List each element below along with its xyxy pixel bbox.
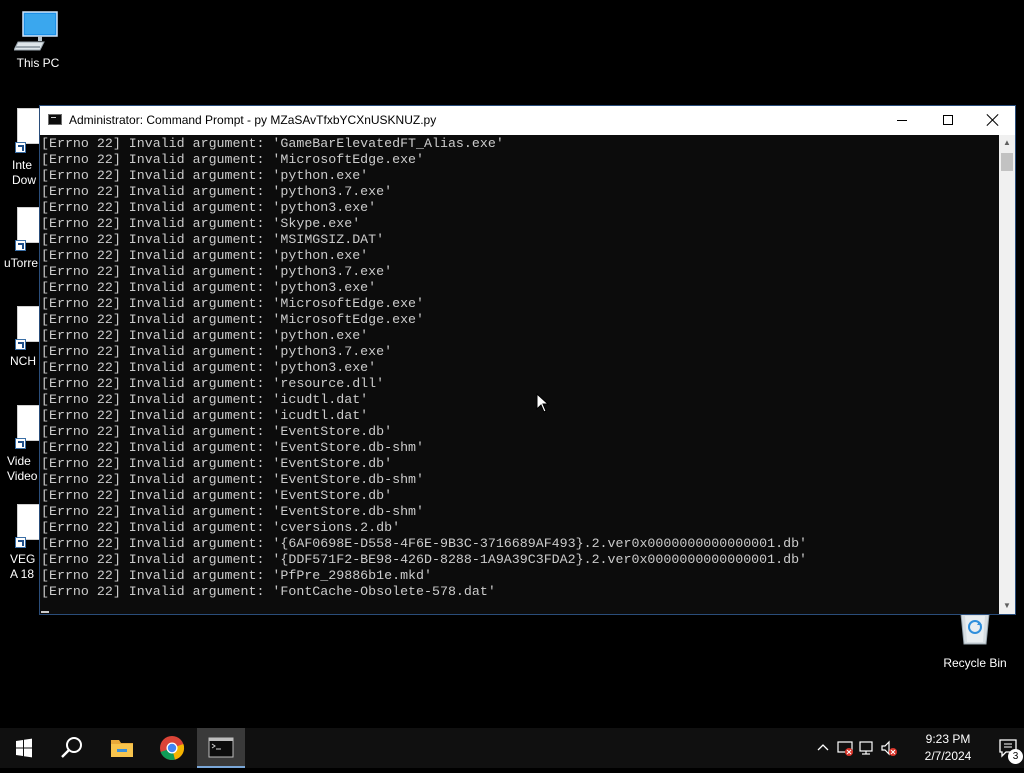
console-lines: [Errno 22] Invalid argument: 'GameBarEle… <box>41 136 807 600</box>
console-line: [Errno 22] Invalid argument: 'resource.d… <box>41 376 385 391</box>
console-line: [Errno 22] Invalid argument: 'MicrosoftE… <box>41 312 425 327</box>
clock-date: 2/7/2024 <box>924 749 972 763</box>
desktop-icon-label: This PC <box>16 56 60 70</box>
maximize-button[interactable] <box>925 106 971 135</box>
system-clock[interactable]: 9:23 PM 2/7/2024 <box>912 731 984 765</box>
desktop-icon-recycle-bin[interactable]: Recycle Bin <box>937 612 1013 671</box>
scroll-up-icon[interactable]: ▲ <box>999 135 1015 151</box>
console-line: [Errno 22] Invalid argument: 'MicrosoftE… <box>41 152 425 167</box>
notification-count-badge: 3 <box>1008 749 1023 764</box>
utorrent-icon <box>17 207 41 243</box>
console-line: [Errno 22] Invalid argument: 'python3.7.… <box>41 344 393 359</box>
search-icon <box>61 737 82 758</box>
desktop-icon-label: Recycle Bin <box>943 656 1007 670</box>
security-alert-icon[interactable] <box>836 739 854 757</box>
console-line: [Errno 22] Invalid argument: 'EventStore… <box>41 488 393 503</box>
search-button[interactable] <box>48 728 96 768</box>
console-line: [Errno 22] Invalid argument: '{DDF571F2-… <box>41 552 808 567</box>
console-line: [Errno 22] Invalid argument: 'python.exe… <box>41 328 369 343</box>
console-line: [Errno 22] Invalid argument: 'icudtl.dat… <box>41 392 369 407</box>
window-title-bar[interactable]: Administrator: Command Prompt - py MZaSA… <box>40 106 1015 135</box>
command-prompt-window[interactable]: Administrator: Command Prompt - py MZaSA… <box>39 105 1016 615</box>
desktop-icon-label: Inte Dow <box>12 158 37 187</box>
chrome-icon <box>160 736 185 761</box>
console-line: [Errno 22] Invalid argument: 'icudtl.dat… <box>41 408 369 423</box>
shortcut-arrow-icon <box>15 339 26 350</box>
volume-muted-icon[interactable] <box>880 739 898 757</box>
window-title: Administrator: Command Prompt - py MZaSA… <box>69 113 437 127</box>
console-line: [Errno 22] Invalid argument: 'FontCache-… <box>41 584 496 599</box>
windows-start-icon <box>16 738 32 758</box>
scroll-down-icon[interactable]: ▼ <box>999 598 1015 614</box>
minimize-icon <box>897 120 907 121</box>
desktop-icon-label: Vide Video <box>7 454 38 483</box>
file-explorer-icon <box>111 740 133 757</box>
start-button[interactable] <box>0 728 48 768</box>
maximize-icon <box>943 115 953 125</box>
desktop-icon-label: uTorre <box>4 256 39 270</box>
internet-download-manager-icon <box>17 108 41 144</box>
file-explorer-button[interactable] <box>98 728 146 768</box>
shortcut-arrow-icon <box>15 240 26 251</box>
console-line: [Errno 22] Invalid argument: 'python3.7.… <box>41 264 393 279</box>
console-line: [Errno 22] Invalid argument: 'Skype.exe' <box>41 216 361 231</box>
mouse-pointer-icon <box>536 393 550 413</box>
console-line: [Errno 22] Invalid argument: 'python3.ex… <box>41 200 377 215</box>
shortcut-arrow-icon <box>15 142 26 153</box>
console-line: [Errno 22] Invalid argument: 'cversions.… <box>41 520 401 535</box>
nch-icon <box>17 306 41 342</box>
console-line: [Errno 22] Invalid argument: 'EventStore… <box>41 456 393 471</box>
clock-time: 9:23 PM <box>925 732 971 746</box>
video-icon <box>17 405 41 441</box>
console-line: [Errno 22] Invalid argument: 'python.exe… <box>41 248 369 263</box>
text-cursor <box>41 611 49 613</box>
close-icon <box>987 114 999 126</box>
desktop-icon-label: VEGA 18 <box>10 552 36 581</box>
action-center-button[interactable]: 3 <box>994 728 1024 768</box>
console-line: [Errno 22] Invalid argument: 'python3.ex… <box>41 280 377 295</box>
console-line: [Errno 22] Invalid argument: 'MSIMGSIZ.D… <box>41 232 385 247</box>
console-line: [Errno 22] Invalid argument: 'EventStore… <box>41 424 393 439</box>
console-line: [Errno 22] Invalid argument: 'python3.ex… <box>41 360 377 375</box>
close-button[interactable] <box>970 106 1016 135</box>
console-line: [Errno 22] Invalid argument: 'MicrosoftE… <box>41 296 425 311</box>
console-line: [Errno 22] Invalid argument: 'EventStore… <box>41 472 425 487</box>
vegas-icon <box>17 504 41 540</box>
command-prompt-icon <box>48 114 62 125</box>
show-hidden-icons-chevron-up-icon[interactable] <box>814 739 832 757</box>
network-icon[interactable] <box>858 739 876 757</box>
chrome-button[interactable] <box>148 728 196 768</box>
this-pc-icon <box>14 11 58 51</box>
desktop-icon-this-pc[interactable]: This PC <box>0 8 76 71</box>
console-output[interactable]: [Errno 22] Invalid argument: 'GameBarEle… <box>40 135 999 614</box>
scroll-thumb[interactable] <box>1001 153 1013 171</box>
desktop-icon-label: NCH <box>10 354 36 368</box>
vertical-scrollbar[interactable]: ▲ ▼ <box>999 135 1015 614</box>
console-line: [Errno 22] Invalid argument: 'python.exe… <box>41 168 369 183</box>
console-line: [Errno 22] Invalid argument: 'python3.7.… <box>41 184 393 199</box>
shortcut-arrow-icon <box>15 537 26 548</box>
system-tray: 9:23 PM 2/7/2024 3 <box>812 728 1024 768</box>
desktop: This PC Inte Dow uTorre NCH Vide Video V… <box>0 0 1024 728</box>
console-line: [Errno 22] Invalid argument: 'GameBarEle… <box>41 136 504 151</box>
taskbar: 9:23 PM 2/7/2024 3 <box>0 728 1024 768</box>
shortcut-arrow-icon <box>15 438 26 449</box>
console-line: [Errno 22] Invalid argument: 'EventStore… <box>41 440 425 455</box>
minimize-button[interactable] <box>879 106 925 135</box>
command-prompt-taskbar-button[interactable] <box>197 728 245 768</box>
command-prompt-icon <box>208 737 234 758</box>
console-line: [Errno 22] Invalid argument: 'EventStore… <box>41 504 425 519</box>
console-line: [Errno 22] Invalid argument: 'PfPre_2988… <box>41 568 432 583</box>
recycle-bin-icon <box>960 613 990 645</box>
console-line: [Errno 22] Invalid argument: '{6AF0698E-… <box>41 536 808 551</box>
